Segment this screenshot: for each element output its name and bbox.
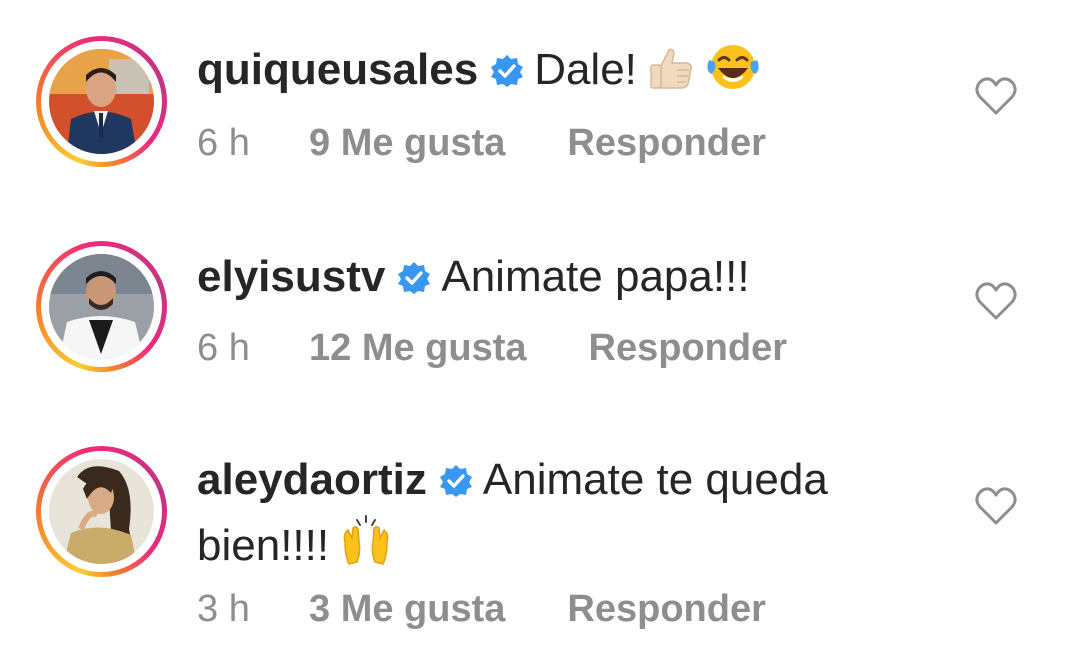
comment-text: Dale! — [534, 45, 637, 94]
reply-button[interactable]: Responder — [567, 122, 765, 164]
heart-outline-icon[interactable] — [974, 486, 1018, 526]
comment-username[interactable]: quiqueusales — [197, 45, 478, 94]
comment-username[interactable]: aleydaortiz — [197, 455, 427, 504]
comment-username[interactable]: elyisustv — [197, 252, 385, 301]
avatar[interactable] — [49, 254, 154, 359]
reply-button[interactable]: Responder — [589, 327, 787, 369]
comment-item: quiqueusales Dale! 6 h 9 Me gusta Responder — [0, 0, 1080, 200]
avatar-story-ring[interactable] — [36, 241, 167, 372]
verified-badge-icon — [397, 251, 431, 311]
comment-timestamp: 3 h — [197, 588, 250, 630]
verified-badge-icon — [490, 44, 524, 104]
verified-badge-icon — [439, 454, 473, 514]
tears-of-joy-emoji — [705, 42, 761, 108]
heart-outline-icon[interactable] — [974, 76, 1018, 116]
comment-timestamp: 6 h — [197, 327, 250, 369]
comment-item: aleydaortiz Animate te queda bien!!!! 3 h… — [0, 410, 1080, 672]
comment-like-count[interactable]: 9 Me gusta — [309, 122, 505, 164]
comment-item: elyisustv Animate papa!!! 6 h 12 Me gusta R… — [0, 200, 1080, 410]
raised-hands-emoji — [339, 514, 393, 584]
comment-like-count[interactable]: 3 Me gusta — [309, 588, 505, 630]
thumbs-up-emoji — [647, 44, 695, 108]
comment-like-count[interactable]: 12 Me gusta — [309, 327, 527, 369]
comment-text: Animate papa!!! — [441, 252, 750, 301]
avatar[interactable] — [49, 49, 154, 154]
heart-outline-icon[interactable] — [974, 281, 1018, 321]
avatar-story-ring[interactable] — [36, 36, 167, 167]
reply-button[interactable]: Responder — [567, 588, 765, 630]
comment-timestamp: 6 h — [197, 122, 250, 164]
avatar-story-ring[interactable] — [36, 446, 167, 577]
avatar[interactable] — [49, 459, 154, 564]
